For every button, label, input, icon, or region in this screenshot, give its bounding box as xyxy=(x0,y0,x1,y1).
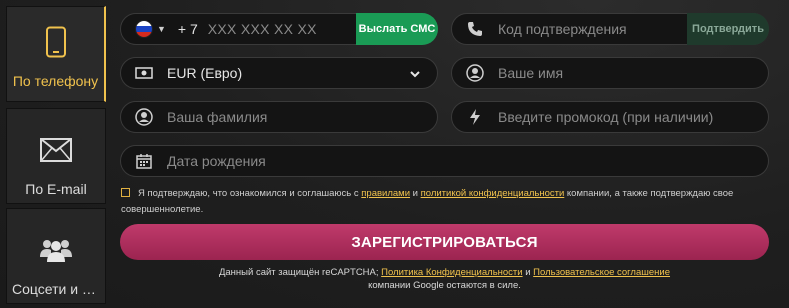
country-code: + 7 xyxy=(177,21,198,37)
confirmation-code-input[interactable]: Код подтверждения Подтвердить xyxy=(451,13,769,45)
currency-select[interactable]: EUR (Евро) xyxy=(120,57,438,89)
confirm-code-button[interactable]: Подтвердить xyxy=(687,13,769,45)
recaptcha-notice: Данный сайт защищён reCAPTCHA; Политика … xyxy=(120,266,769,292)
birthdate-placeholder: Дата рождения xyxy=(167,153,266,169)
captcha-text: компании Google остаются в силе. xyxy=(368,280,521,291)
code-placeholder: Код подтверждения xyxy=(498,21,627,37)
smartphone-icon xyxy=(45,25,67,59)
phone-input[interactable]: ▼ + 7 XXX XXX XX XX Выслать СМС xyxy=(120,13,438,45)
privacy-policy-link[interactable]: политикой конфиденциальности xyxy=(421,188,565,199)
promo-code-input[interactable]: Введите промокод (при наличии) xyxy=(451,101,769,133)
chevron-down-icon[interactable] xyxy=(409,67,421,83)
russia-flag-icon[interactable] xyxy=(135,20,153,38)
user-icon xyxy=(135,108,153,126)
phone-placeholder: XXX XXX XX XX xyxy=(207,21,317,37)
captcha-text: и xyxy=(525,267,531,278)
phone-handset-icon xyxy=(466,20,484,38)
chevron-down-icon[interactable]: ▼ xyxy=(157,24,166,34)
google-privacy-link[interactable]: Политика Конфиденциальности xyxy=(381,267,522,278)
calendar-icon xyxy=(135,152,153,170)
tab-label: По E-mail xyxy=(25,181,87,197)
tab-social-networks[interactable]: Соцсети и м... xyxy=(6,208,106,304)
users-icon xyxy=(39,233,73,267)
tab-label: Соцсети и м... xyxy=(12,281,100,297)
agreement-text: и xyxy=(412,188,418,199)
last-name-input[interactable]: Ваша фамилия xyxy=(120,101,438,133)
promo-code-placeholder: Введите промокод (при наличии) xyxy=(498,109,714,125)
tab-by-email[interactable]: По E-mail xyxy=(6,108,106,204)
agreement-checkbox[interactable] xyxy=(121,188,130,197)
lightning-icon xyxy=(466,108,484,126)
last-name-placeholder: Ваша фамилия xyxy=(167,109,268,125)
tab-by-phone[interactable]: По телефону xyxy=(6,6,106,102)
currency-value: EUR (Евро) xyxy=(167,65,243,81)
agreement-consent: Я подтверждаю, что ознакомился и соглаша… xyxy=(121,186,771,218)
user-icon xyxy=(466,64,484,82)
tab-label: По телефону xyxy=(12,73,99,89)
first-name-input[interactable]: Ваше имя xyxy=(451,57,769,89)
first-name-placeholder: Ваше имя xyxy=(498,65,564,81)
captcha-text: Данный сайт защищён reCAPTCHA; xyxy=(218,267,379,278)
envelope-icon xyxy=(40,133,72,167)
banknote-icon xyxy=(135,64,153,82)
send-sms-button[interactable]: Выслать СМС xyxy=(356,13,438,45)
agreement-text: Я подтверждаю, что ознакомился и соглаша… xyxy=(138,188,359,199)
register-button[interactable]: ЗАРЕГИСТРИРОВАТЬСЯ xyxy=(120,224,769,260)
birthdate-input[interactable]: Дата рождения xyxy=(120,145,769,177)
google-terms-link[interactable]: Пользовательское соглашение xyxy=(533,267,670,278)
rules-link[interactable]: правилами xyxy=(361,188,410,199)
